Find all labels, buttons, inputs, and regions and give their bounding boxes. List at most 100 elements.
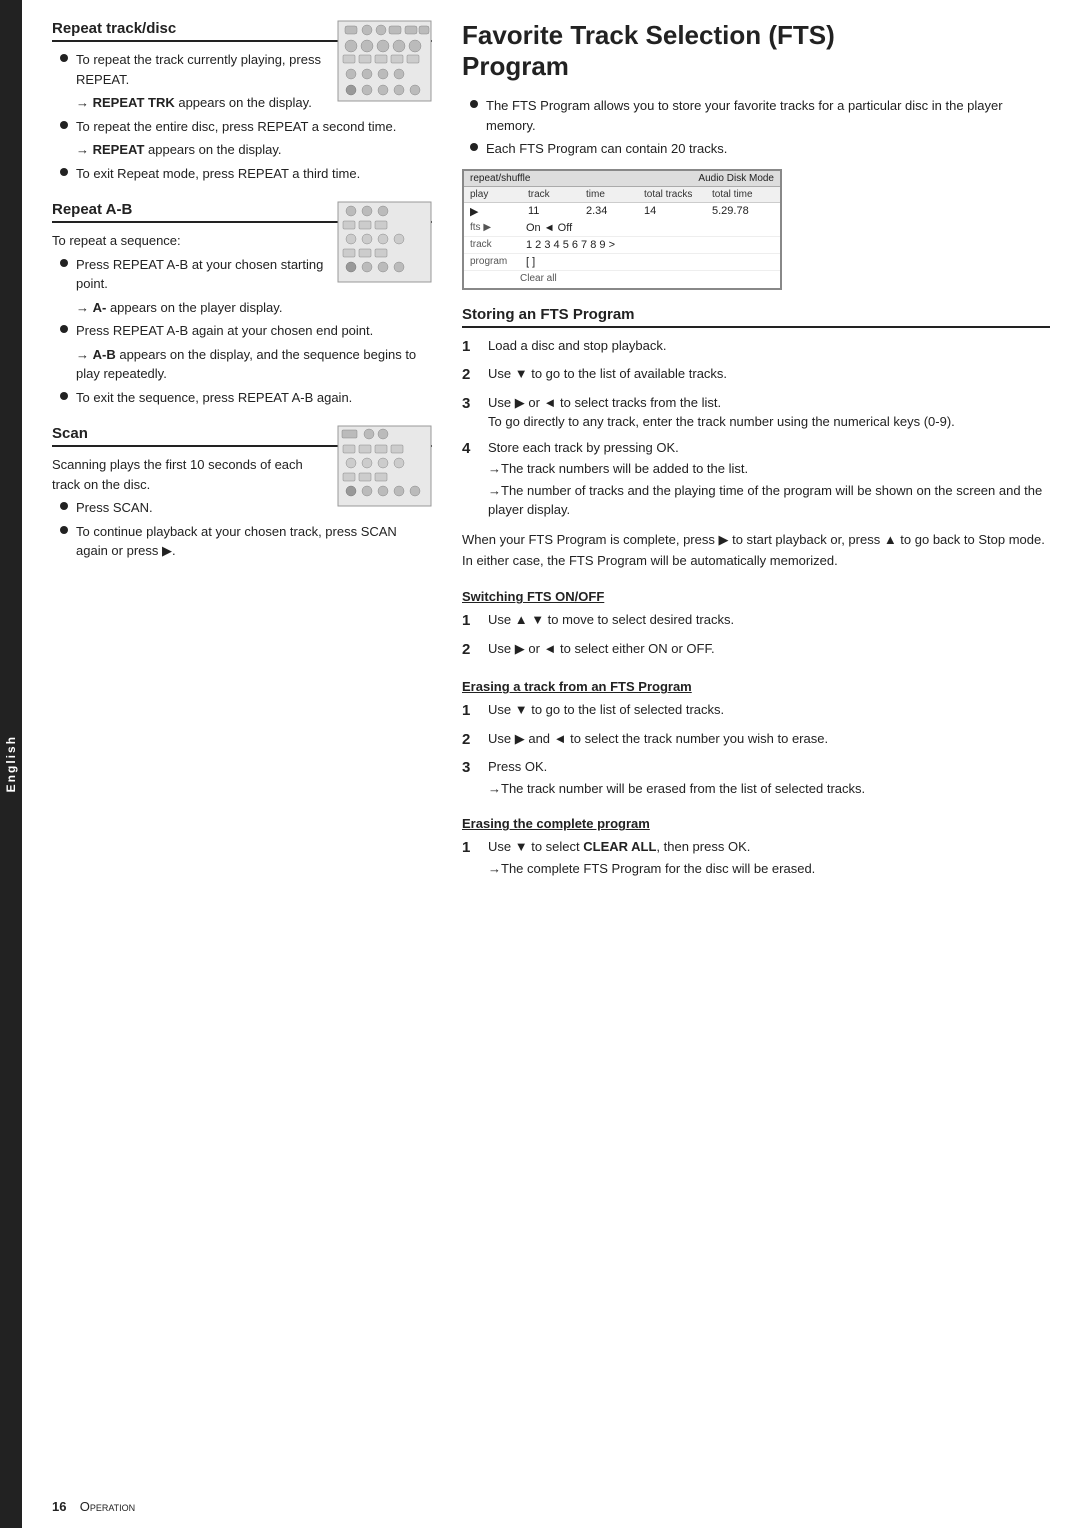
step-text: Load a disc and stop playback. (488, 338, 667, 353)
erase-step-3: 3 Press OK. →The track number will be er… (462, 757, 1050, 798)
col-header-play: play (470, 189, 520, 200)
track-label: track (470, 239, 520, 250)
arrow-text: A-B appears on the display, and the sequ… (76, 347, 416, 382)
footer-label: Operation (72, 1499, 135, 1514)
list-item: Press REPEAT A-B again at your chosen en… (52, 321, 432, 341)
col-header-total-time: total time (712, 189, 772, 200)
fts-track-row: track 1 2 3 4 5 6 7 8 9 > (464, 237, 780, 254)
erasing-complete-section: Erasing the complete program 1 Use ▼ to … (462, 816, 1050, 878)
step-text: Store each track by pressing OK. (488, 440, 679, 455)
erase-step-1: 1 Use ▼ to go to the list of selected tr… (462, 700, 1050, 723)
erasing-track-title: Erasing a track from an FTS Program (462, 679, 1050, 694)
step-content: Use ▶ or ◄ to select tracks from the lis… (488, 393, 1050, 432)
fts-col-headers: play track time total tracks total time (464, 187, 780, 203)
storing-para: When your FTS Program is complete, press… (462, 530, 1050, 572)
step-content: Use ▼ to select CLEAR ALL, then press OK… (488, 837, 1050, 878)
list-item: To exit the sequence, press REPEAT A-B a… (52, 388, 432, 408)
data-total-time: 5.29.78 (712, 205, 772, 217)
step-arrow: →The complete FTS Program for the disc w… (488, 859, 1050, 879)
bullet-icon (470, 100, 478, 108)
track-value: 1 2 3 4 5 6 7 8 9 > (526, 239, 615, 251)
repeat-ab-section: Repeat A-B To repeat a sequence: Press R… (52, 201, 432, 407)
arrow-icon: → (76, 95, 89, 110)
data-time: 2.34 (586, 205, 636, 217)
left-column: Repeat track/disc To repeat the track cu… (52, 20, 432, 896)
bullet-icon (60, 325, 68, 333)
switching-section: Switching FTS ON/OFF 1 Use ▲ ▼ to move t… (462, 589, 1050, 661)
list-item: To exit Repeat mode, press REPEAT a thir… (52, 164, 432, 184)
step-4: 4 Store each track by pressing OK. →The … (462, 438, 1050, 520)
data-play: ▶ (470, 205, 520, 218)
step-3: 3 Use ▶ or ◄ to select tracks from the l… (462, 393, 1050, 432)
step-content: Use ▼ to go to the list of available tra… (488, 364, 1050, 384)
switch-step-2: 2 Use ▶ or ◄ to select either ON or OFF. (462, 639, 1050, 662)
step-content: Store each track by pressing OK. →The tr… (488, 438, 1050, 520)
arrow-note: → REPEAT appears on the display. (52, 140, 432, 160)
arrow-text: REPEAT appears on the display. (93, 142, 282, 157)
main-title-line1: Favorite Track Selection (FTS) (462, 20, 835, 50)
bullet-icon (60, 121, 68, 129)
step-num: 3 (462, 757, 482, 780)
step-arrow-1: →The track numbers will be added to the … (488, 459, 1050, 479)
fts-data-row: ▶ 11 2.34 14 5.29.78 (464, 203, 780, 220)
bullet-icon (60, 259, 68, 267)
bullet-text: To repeat the entire disc, press REPEAT … (76, 117, 432, 137)
clear-all-row: Clear all (464, 271, 780, 288)
erase-step-2: 2 Use ▶ and ◄ to select the track number… (462, 729, 1050, 752)
step-num: 4 (462, 438, 482, 461)
storing-section: Storing an FTS Program 1 Load a disc and… (462, 306, 1050, 572)
data-total-tracks: 14 (644, 205, 704, 217)
data-track: 11 (528, 205, 578, 217)
step-num: 2 (462, 729, 482, 752)
repeat-track-disc-section: Repeat track/disc To repeat the track cu… (52, 20, 432, 183)
clear-all-text: Clear all (520, 273, 557, 284)
arrow-note: → A-B appears on the display, and the se… (52, 345, 432, 384)
arrow-icon: → (76, 300, 89, 315)
program-value: [ ] (526, 256, 535, 268)
bullet-icon (60, 502, 68, 510)
step-num: 1 (462, 336, 482, 359)
step-content: Use ▼ to go to the list of selected trac… (488, 700, 1050, 720)
step-content: Press OK. →The track number will be eras… (488, 757, 1050, 798)
step-num: 3 (462, 393, 482, 416)
fts-program-row: program [ ] (464, 254, 780, 271)
step-num: 2 (462, 639, 482, 662)
bullet-text: To exit Repeat mode, press REPEAT a thir… (76, 164, 432, 184)
step-num: 2 (462, 364, 482, 387)
arrow-text: A- appears on the player display. (93, 300, 283, 315)
col-header-total-tracks: total tracks (644, 189, 704, 200)
sidebar-label: English (4, 735, 18, 792)
fts-label: fts ▶ (470, 222, 520, 233)
list-item: The FTS Program allows you to store your… (462, 96, 1050, 135)
step-text: Use ▶ or ◄ to select tracks from the lis… (488, 395, 721, 410)
bullet-icon (60, 526, 68, 534)
bullet-text: The FTS Program allows you to store your… (486, 96, 1050, 135)
switch-step-1: 1 Use ▲ ▼ to move to select desired trac… (462, 610, 1050, 633)
list-item: To continue playback at your chosen trac… (52, 522, 432, 561)
bullet-icon (60, 54, 68, 62)
storing-title: Storing an FTS Program (462, 306, 1050, 328)
step-text: Press OK. (488, 759, 547, 774)
step-sub: To go directly to any track, enter the t… (488, 414, 955, 429)
step-content: Use ▲ ▼ to move to select desired tracks… (488, 610, 1050, 630)
device-image-repeat (337, 20, 432, 105)
bullet-icon (470, 143, 478, 151)
fts-screen-mockup: repeat/shuffle Audio Disk Mode play trac… (462, 169, 782, 290)
col-header-track: track (528, 189, 578, 200)
step-num: 1 (462, 610, 482, 633)
fts-header: repeat/shuffle Audio Disk Mode (464, 171, 780, 187)
step-text: Use ▼ to go to the list of available tra… (488, 366, 727, 381)
fts-header-right: Audio Disk Mode (698, 173, 774, 184)
list-item: Each FTS Program can contain 20 tracks. (462, 139, 1050, 159)
arrow-icon: → (76, 347, 89, 362)
list-item: Press REPEAT A-B at your chosen starting… (52, 255, 325, 294)
bullet-icon (60, 168, 68, 176)
main-title-line2: Program (462, 51, 569, 81)
step-num: 1 (462, 837, 482, 860)
step-num: 1 (462, 700, 482, 723)
erasing-track-section: Erasing a track from an FTS Program 1 Us… (462, 679, 1050, 798)
arrow-text: REPEAT TRK appears on the display. (93, 95, 312, 110)
right-column: Favorite Track Selection (FTS) Program T… (462, 20, 1050, 896)
device-image-scan (337, 425, 432, 510)
list-item: To repeat the track currently playing, p… (52, 50, 325, 89)
